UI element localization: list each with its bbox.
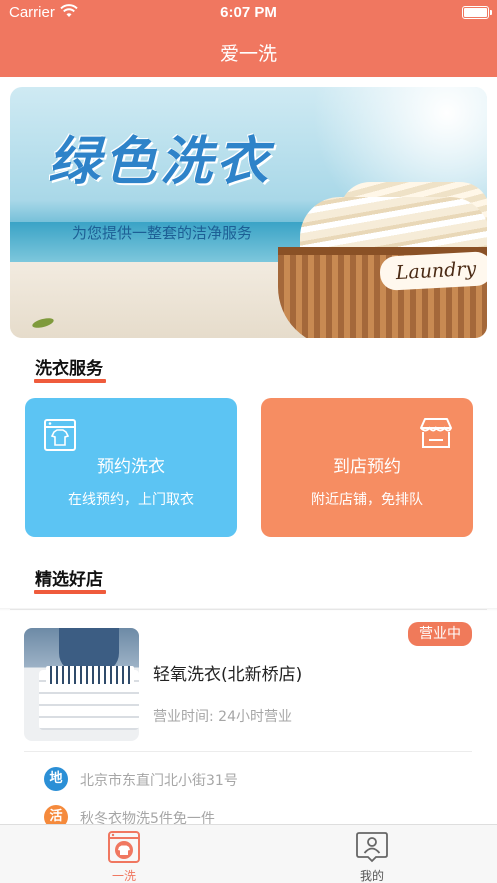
services-heading-underline (34, 379, 106, 383)
book-laundry-subtitle: 在线预约，上门取衣 (68, 492, 194, 508)
book-laundry-card[interactable]: 预约洗衣 在线预约，上门取衣 (25, 398, 237, 537)
storefront-icon (420, 418, 452, 448)
tab-home-label: 一洗 (111, 869, 136, 883)
address-icon: 地 (44, 767, 68, 791)
washing-machine-icon (44, 419, 76, 451)
banner-subtitle: 为您提供一整套的洁净服务 (72, 224, 253, 242)
battery-icon (462, 6, 492, 19)
promo-banner[interactable]: 绿色洗衣 为您提供一整套的洁净服务 Laundry (10, 87, 487, 338)
shop-card[interactable]: 营业中 轻氧洗衣(北新桥店) 营业时间: 24小时营业 地 北京市东直门北小街3… (0, 608, 497, 829)
shop-name: 轻氧洗衣(北新桥店) (153, 665, 303, 685)
basket-label: Laundry (379, 251, 487, 291)
tab-home[interactable]: 一洗 (64, 825, 184, 883)
tab-profile-label: 我的 (359, 869, 384, 883)
laundry-tab-icon (108, 831, 140, 863)
shops-heading: 精选好店 (35, 570, 103, 590)
tab-profile[interactable]: 我的 (312, 825, 432, 883)
store-booking-card[interactable]: 到店预约 附近店铺，免排队 (261, 398, 473, 537)
shop-hours: 营业时间: 24小时营业 (153, 709, 292, 725)
store-booking-subtitle: 附近店铺，免排队 (311, 492, 423, 508)
page-title: 爱一洗 (219, 43, 277, 65)
profile-tab-icon (356, 832, 388, 863)
banner-title: 绿色洗衣 (48, 131, 273, 192)
open-status-badge: 营业中 (408, 622, 472, 646)
tab-bar: 一洗 我的 (0, 824, 497, 883)
status-bar: Carrier 6:07 PM (0, 0, 497, 26)
services-heading: 洗衣服务 (35, 359, 103, 379)
shop-photo (24, 628, 139, 741)
app-header: Carrier 6:07 PM 爱一洗 (0, 0, 497, 77)
status-time: 6:07 PM (220, 4, 277, 21)
shop-address: 北京市东直门北小街31号 (80, 773, 238, 789)
divider (24, 751, 472, 752)
store-booking-title: 到店预约 (333, 457, 401, 477)
shops-heading-underline (34, 590, 106, 594)
book-laundry-title: 预约洗衣 (97, 457, 165, 477)
